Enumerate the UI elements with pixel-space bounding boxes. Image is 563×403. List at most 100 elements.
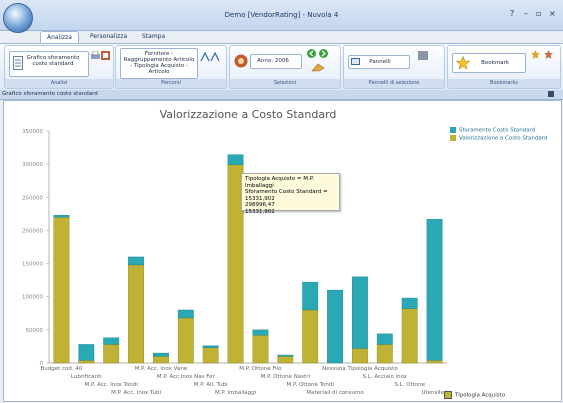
panel-icon bbox=[351, 58, 360, 65]
bar-sforamento bbox=[426, 218, 443, 361]
tooltip-line-1: Tipologia Acquisto = M.P. Imballaggi bbox=[245, 176, 314, 189]
chart-tooltip: Tipologia Acquisto = M.P. Imballaggi Sfo… bbox=[241, 173, 340, 215]
group-analisi: Grafico sforamento costo standard Analis… bbox=[4, 45, 114, 89]
print-icon[interactable] bbox=[91, 51, 100, 60]
help-icon[interactable]: ? bbox=[510, 9, 514, 18]
group-selezioni: Anno: 2006 Selezioni bbox=[229, 45, 341, 89]
panels-label: Pannelli bbox=[369, 59, 391, 65]
legend-item-valorizzazione[interactable]: Valorizzazione a Costo Standard bbox=[450, 135, 547, 142]
back-icon[interactable] bbox=[307, 49, 316, 58]
bookmark-button[interactable]: Bookmark bbox=[452, 53, 526, 73]
bar-sforamento bbox=[202, 345, 219, 348]
dimension-legend-label: Tipologia Acquisto bbox=[455, 392, 506, 399]
x-tick-label: S.L. Ottone bbox=[394, 382, 425, 388]
bar-valorizzazione bbox=[153, 356, 169, 364]
legend-item-sforamento[interactable]: Sforamento Costo Standard bbox=[450, 127, 535, 134]
y-tick-label: 100000 bbox=[22, 295, 43, 301]
panels-button[interactable]: Pannelli bbox=[348, 55, 410, 69]
bar-sforamento bbox=[78, 344, 95, 361]
y-tick-label: 50000 bbox=[26, 328, 44, 334]
tab-stampa[interactable]: Stampa bbox=[136, 31, 171, 43]
minimize-icon[interactable]: – bbox=[524, 9, 528, 18]
x-tick-label: S.L. Acciaio inox bbox=[363, 374, 408, 380]
forward-icon[interactable] bbox=[319, 49, 328, 58]
x-tick-label: M.P. Ottone Tondi bbox=[287, 382, 335, 388]
group-bookmarks: Bookmark Bookmarks bbox=[447, 45, 561, 89]
bar-sforamento bbox=[277, 354, 294, 357]
bar-valorizzazione bbox=[302, 309, 319, 364]
title-bar: Demo [VendorRating] - Nuvola 4 ? – ▫ × bbox=[0, 0, 563, 33]
bar-valorizzazione bbox=[277, 356, 294, 364]
group-label-bookmarks: Bookmarks bbox=[448, 79, 560, 88]
maximize-icon[interactable]: ▫ bbox=[536, 9, 541, 18]
bookmark-label: Bookmark bbox=[481, 60, 509, 66]
analysis-select-button[interactable]: Grafico sforamento costo standard bbox=[9, 51, 89, 77]
legend-label-sforamento: Sforamento Costo Standard bbox=[459, 127, 536, 134]
x-tick-label: M.P. Ottone Nastri bbox=[261, 374, 311, 380]
dimension-swatch bbox=[444, 391, 452, 399]
remove-bookmark-icon[interactable] bbox=[544, 50, 553, 59]
year-select[interactable]: Anno: 2006 bbox=[250, 54, 302, 69]
bar-sforamento bbox=[227, 154, 244, 166]
group-pannelli: Pannelli Pannelli di selezione bbox=[343, 45, 445, 89]
x-tick-label: M.P. Acc. Inox Vane bbox=[135, 366, 188, 372]
path-select-label: Fornitore - Raggruppamento Articolo - Ti… bbox=[123, 51, 195, 75]
x-tick-label: M.P. Acc. Inox Tubi bbox=[111, 390, 161, 396]
add-bookmark-icon[interactable] bbox=[531, 50, 540, 59]
chart-panel-header: Grafico sforamento costo standard bbox=[0, 90, 563, 100]
star-icon bbox=[456, 56, 470, 70]
bar-sforamento bbox=[376, 333, 393, 345]
bar-valorizzazione bbox=[202, 347, 219, 364]
bar-sforamento bbox=[53, 214, 70, 218]
chart-area: Valorizzazione a Costo Standard 0 50000 100… bbox=[3, 100, 562, 402]
path-config-icon[interactable] bbox=[200, 52, 220, 62]
tooltip-line-4: 15331,902 bbox=[245, 208, 275, 215]
export-icon[interactable] bbox=[101, 51, 110, 60]
analysis-select-label: Grafico sforamento costo standard bbox=[26, 55, 80, 67]
bar-sforamento bbox=[177, 309, 194, 319]
bar-sforamento bbox=[327, 289, 343, 364]
y-tick-label: 200000 bbox=[22, 228, 43, 234]
tooltip-line-2: Sforamento Costo Standard = 15331,902 bbox=[245, 189, 328, 202]
bar-sforamento bbox=[128, 256, 144, 266]
group-label-pannelli: Pannelli di selezione bbox=[344, 79, 444, 88]
x-tick-label: M.P. All. Tubi bbox=[194, 382, 228, 388]
path-select-button[interactable]: Fornitore - Raggruppamento Articolo - Ti… bbox=[120, 48, 198, 79]
bar-chart: Valorizzazione a Costo Standard050000100… bbox=[22, 108, 448, 396]
group-percorsi: Fornitore - Raggruppamento Articolo - Ti… bbox=[115, 45, 227, 89]
calendar-icon bbox=[234, 54, 248, 68]
panel-menu-icon[interactable] bbox=[548, 91, 554, 97]
bar-sforamento bbox=[252, 329, 269, 336]
clear-selection-icon[interactable] bbox=[311, 63, 325, 72]
x-tick-label: Budget cod. 40 bbox=[40, 366, 82, 372]
y-tick-label: 350000 bbox=[22, 129, 43, 135]
group-label-percorsi: Percorsi bbox=[116, 79, 226, 88]
y-tick-label: 250000 bbox=[22, 195, 43, 201]
x-tick-label: Materiali di consumo bbox=[306, 390, 364, 396]
window-title: Demo [VendorRating] - Nuvola 4 bbox=[224, 11, 339, 19]
x-tick-label: Lubrificanti bbox=[71, 374, 102, 380]
group-label-analisi: Analisi bbox=[5, 79, 113, 88]
ribbon: Grafico sforamento costo standard Analis… bbox=[0, 43, 563, 91]
bar-sforamento bbox=[352, 276, 368, 349]
bar-valorizzazione bbox=[78, 360, 95, 364]
tab-personalizza[interactable]: Personalizza bbox=[84, 31, 133, 43]
bar-valorizzazione bbox=[252, 334, 269, 364]
chart-panel-title: Grafico sforamento costo standard bbox=[2, 91, 98, 97]
x-tick-label: M.P. Acc. Inox Tondi bbox=[85, 382, 139, 388]
bar-valorizzazione bbox=[426, 360, 443, 364]
close-icon[interactable]: × bbox=[549, 9, 556, 18]
bar-sforamento bbox=[302, 281, 319, 311]
panel-toggle-icon[interactable] bbox=[418, 51, 428, 60]
legend-swatch-sforamento bbox=[450, 127, 456, 133]
bar-sforamento bbox=[153, 352, 169, 357]
bar-valorizzazione bbox=[401, 308, 418, 364]
bar-sforamento bbox=[401, 297, 418, 309]
bar-valorizzazione bbox=[376, 344, 393, 364]
bar-valorizzazione bbox=[352, 348, 368, 364]
bar-valorizzazione bbox=[177, 317, 194, 364]
legend-swatch-valorizzazione bbox=[450, 135, 456, 141]
x-tick-label: M.P. Ottone Filo bbox=[239, 366, 282, 372]
bar-valorizzazione bbox=[53, 216, 70, 364]
legend-label-valorizzazione: Valorizzazione a Costo Standard bbox=[459, 135, 548, 142]
